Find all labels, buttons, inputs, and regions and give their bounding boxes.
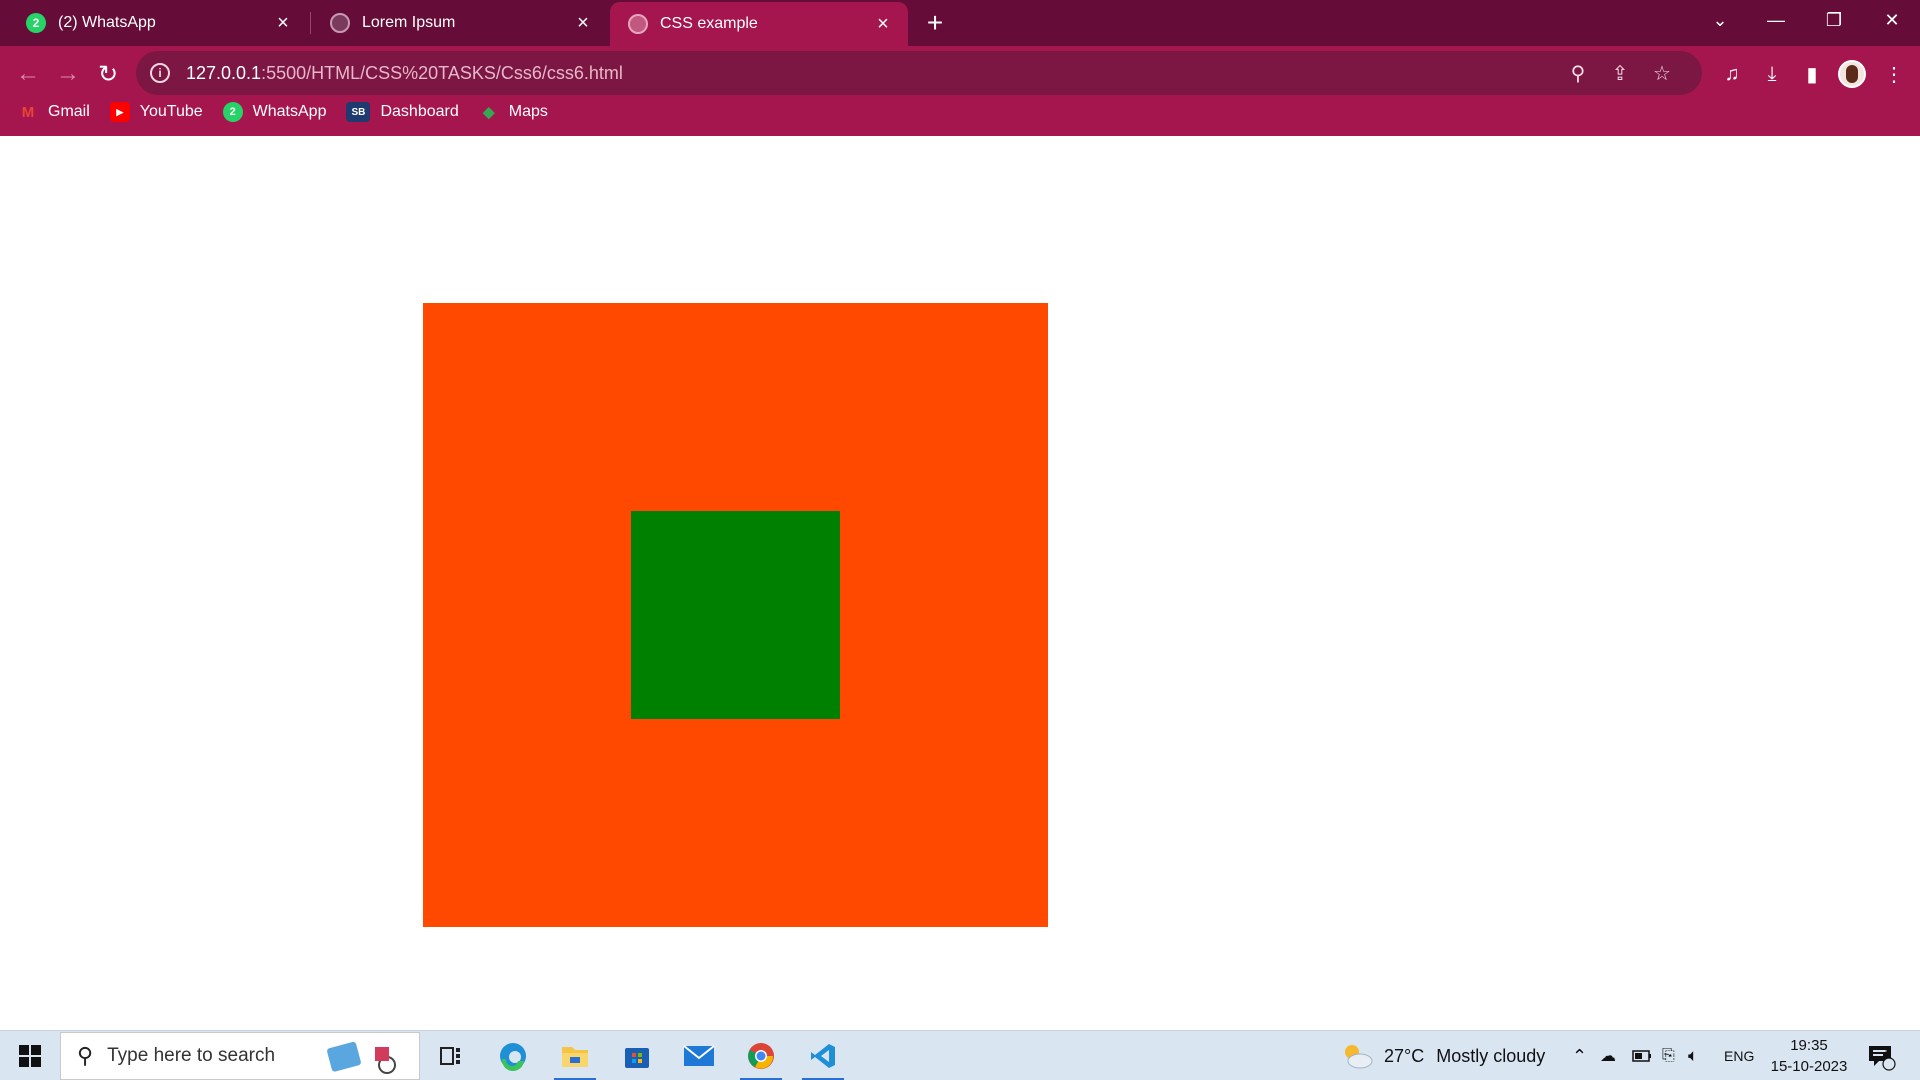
chrome-icon[interactable] — [730, 1031, 792, 1080]
windows-start-button[interactable] — [0, 1031, 60, 1080]
weather-description: Mostly cloudy — [1436, 1045, 1546, 1066]
clock-date: 15-10-2023 — [1770, 1058, 1848, 1075]
close-icon[interactable]: × — [572, 12, 594, 34]
file-explorer-icon[interactable] — [544, 1031, 606, 1080]
clock-time: 19:35 — [1790, 1037, 1828, 1054]
globe-icon — [330, 13, 350, 33]
bookmark-label: Dashboard — [380, 103, 459, 120]
battery-icon[interactable] — [1632, 1031, 1652, 1080]
bookmark-gmail[interactable]: M Gmail — [18, 102, 90, 122]
close-window-button[interactable]: ✕ — [1864, 0, 1920, 40]
close-icon[interactable]: × — [272, 12, 294, 34]
partly-cloudy-icon — [1345, 1045, 1373, 1069]
tab-whatsapp[interactable]: 2 (2) WhatsApp × — [8, 4, 308, 42]
share-icon[interactable]: ⇪ — [1602, 55, 1638, 91]
bookmark-star-icon[interactable]: ☆ — [1644, 55, 1680, 91]
youtube-icon: ▶ — [109, 102, 130, 122]
browser-tab-strip: 2 (2) WhatsApp × Lorem Ipsum × CSS examp… — [0, 0, 1920, 46]
avatar-face — [1846, 65, 1858, 83]
taskbar-search-input[interactable]: ⚲ Type here to search — [60, 1032, 420, 1080]
whatsapp-icon: 2 — [222, 102, 243, 122]
tab-search-chevron-icon[interactable]: ⌄ — [1692, 0, 1748, 40]
windows-logo-icon — [19, 1045, 41, 1067]
orange-outer-box — [423, 303, 1048, 927]
minimize-button[interactable]: — — [1748, 0, 1804, 40]
zoom-icon[interactable]: ⚲ — [1560, 55, 1596, 91]
windows-taskbar: ⚲ Type here to search 27°C Mostly cloudy — [0, 1030, 1920, 1080]
sb-dashboard-icon: SB — [346, 102, 371, 122]
weather-widget[interactable]: 27°C Mostly cloudy — [1340, 1031, 1545, 1080]
download-icon[interactable]: ⤓ — [1754, 56, 1790, 92]
restore-button[interactable]: ❐ — [1806, 0, 1862, 40]
green-inner-box — [631, 511, 840, 719]
reload-button[interactable]: ↻ — [90, 56, 126, 92]
forward-button[interactable]: → — [50, 56, 86, 92]
tab-title: Lorem Ipsum — [362, 14, 456, 31]
bookmark-whatsapp[interactable]: 2 WhatsApp — [222, 102, 327, 122]
bookmarks-bar: M Gmail ▶ YouTube 2 WhatsApp SB Dashboar… — [0, 96, 568, 128]
maps-icon: ◆ — [482, 104, 495, 121]
tab-title: CSS example — [660, 15, 758, 32]
tab-lorem-ipsum[interactable]: Lorem Ipsum × — [312, 4, 608, 42]
volume-icon[interactable]: 🔈︎ — [1688, 1031, 1698, 1080]
microsoft-store-icon[interactable] — [606, 1031, 668, 1080]
weather-temperature: 27°C — [1384, 1045, 1425, 1066]
taskbar-clock[interactable]: 19:35 15-10-2023 — [1766, 1035, 1852, 1077]
show-hidden-icons-chevron-icon[interactable]: ⌃ — [1572, 1031, 1587, 1080]
task-view-icon[interactable] — [420, 1031, 482, 1080]
bookmark-label: Gmail — [48, 103, 90, 120]
notification-count-badge: 5 — [1885, 1048, 1891, 1059]
input-language-indicator[interactable]: ENG — [1724, 1031, 1754, 1080]
notification-center-icon[interactable]: 5 — [1866, 1031, 1896, 1080]
whatsapp-icon: 2 — [26, 13, 46, 33]
bookmark-label: WhatsApp — [252, 103, 327, 120]
bookmark-maps[interactable]: ◆ Maps — [479, 102, 548, 122]
gmail-icon: M — [21, 103, 35, 121]
new-tab-button[interactable]: + — [920, 7, 950, 38]
tab-separator — [310, 12, 311, 34]
info-icon[interactable]: i — [150, 63, 170, 83]
onedrive-cloud-icon[interactable]: ☁ — [1600, 1031, 1616, 1080]
menu-kebab-icon[interactable]: ⋮ — [1876, 56, 1912, 92]
search-placeholder: Type here to search — [107, 1045, 276, 1066]
meet-now-icon[interactable]: ⎘ — [1662, 1031, 1675, 1080]
back-button[interactable]: ← — [10, 56, 46, 92]
edge-icon[interactable] — [482, 1031, 544, 1080]
tab-css-example[interactable]: CSS example × — [610, 2, 908, 46]
mail-icon[interactable] — [668, 1031, 730, 1080]
close-icon[interactable]: × — [872, 13, 894, 35]
search-icon: ⚲ — [77, 1043, 94, 1068]
search-highlight-illustration-icon — [323, 1039, 409, 1075]
bookmark-label: Maps — [508, 103, 548, 120]
bookmark-dashboard[interactable]: SB Dashboard — [346, 102, 459, 122]
page-viewport — [0, 136, 1920, 1030]
side-panel-icon[interactable]: ▮ — [1794, 56, 1830, 92]
vscode-icon[interactable] — [792, 1031, 854, 1080]
globe-icon — [628, 14, 648, 34]
tab-title: (2) WhatsApp — [58, 14, 156, 31]
profile-avatar[interactable] — [1838, 60, 1866, 88]
address-bar[interactable]: i 127.0.0.1:5500/HTML/CSS%20TASKS/Css6/c… — [136, 51, 1702, 95]
bookmark-youtube[interactable]: ▶ YouTube — [109, 102, 203, 122]
url-text: 127.0.0.1:5500/HTML/CSS%20TASKS/Css6/css… — [186, 62, 623, 83]
media-controls-icon[interactable]: ♫ — [1714, 56, 1750, 92]
bookmark-label: YouTube — [139, 103, 203, 120]
